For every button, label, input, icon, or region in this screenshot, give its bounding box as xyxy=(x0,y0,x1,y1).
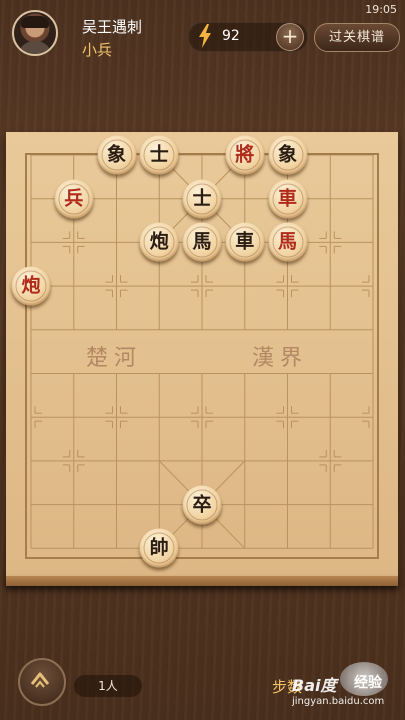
chess-piece[interactable]: 士 xyxy=(182,179,222,219)
chess-piece-label: 車 xyxy=(277,187,297,210)
board-grid xyxy=(25,153,379,559)
river-label-han: 漢界 xyxy=(252,346,309,371)
chess-piece-label: 兵 xyxy=(64,187,84,210)
chess-piece-label: 象 xyxy=(277,143,297,166)
chess-piece[interactable]: 馬 xyxy=(268,222,307,262)
chess-piece[interactable]: 士 xyxy=(139,135,179,175)
chess-piece-label: 馬 xyxy=(277,230,297,253)
chess-piece-label: 象 xyxy=(106,143,126,166)
menu-button[interactable] xyxy=(18,658,66,706)
chess-piece[interactable]: 車 xyxy=(225,222,265,262)
chess-piece[interactable]: 象 xyxy=(97,135,136,175)
chevron-up-icon xyxy=(30,672,50,688)
chess-piece[interactable]: 兵 xyxy=(54,179,94,219)
chess-piece[interactable]: 炮 xyxy=(139,222,179,262)
river-label-chu: 楚河 xyxy=(86,346,143,371)
online-people: 1人 xyxy=(74,675,142,697)
chess-piece-label: 卒 xyxy=(192,493,212,516)
chess-piece-label: 炮 xyxy=(149,230,169,253)
watermark: Bai度 经验 jingyan.baidu.com xyxy=(290,662,398,712)
chess-piece-label: 馬 xyxy=(192,230,212,253)
watermark-badge: 经验 xyxy=(354,675,382,691)
chess-piece-label: 士 xyxy=(149,143,169,166)
chess-piece[interactable]: 卒 xyxy=(182,485,222,525)
watermark-url: jingyan.baidu.com xyxy=(292,696,385,707)
chess-piece-label: 士 xyxy=(192,187,212,210)
chess-piece[interactable]: 將 xyxy=(225,135,265,175)
chess-piece-label: 車 xyxy=(235,230,255,253)
watermark-logo: Bai度 xyxy=(292,676,337,695)
chess-piece[interactable]: 馬 xyxy=(182,222,222,262)
chess-piece-label: 將 xyxy=(235,143,255,166)
chess-piece[interactable]: 車 xyxy=(268,179,307,219)
chess-piece[interactable]: 帥 xyxy=(139,528,179,568)
chess-piece-label: 帥 xyxy=(149,536,169,559)
chess-piece[interactable]: 象 xyxy=(268,135,307,175)
chess-piece-label: 炮 xyxy=(21,274,41,297)
chess-piece[interactable]: 炮 xyxy=(11,266,51,306)
